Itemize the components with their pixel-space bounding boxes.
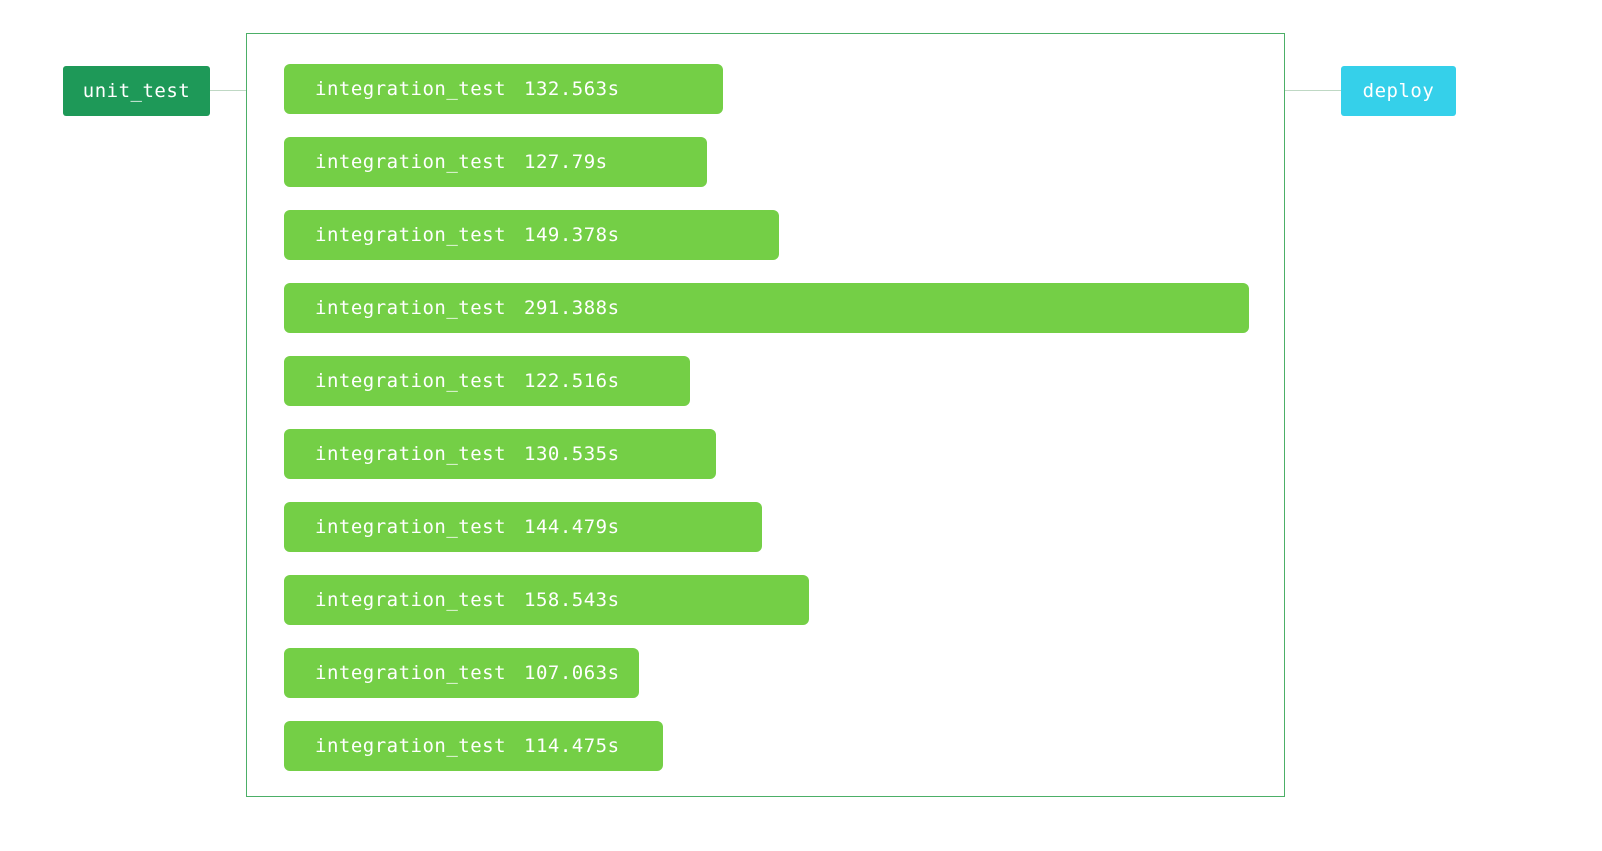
job-bar[interactable]: integration_test 127.79s <box>284 137 707 187</box>
connector-unit-to-group <box>210 90 246 91</box>
job-bar[interactable]: integration_test 158.543s <box>284 575 809 625</box>
job-bar[interactable]: integration_test 132.563s <box>284 64 723 114</box>
unit-test-node[interactable]: unit_test <box>63 66 210 116</box>
job-duration: 127.79s <box>524 151 608 173</box>
job-duration: 132.563s <box>524 78 620 100</box>
connector-group-to-deploy <box>1285 90 1341 91</box>
deploy-node[interactable]: deploy <box>1341 66 1456 116</box>
job-name: integration_test <box>315 735 507 757</box>
job-bar[interactable]: integration_test 122.516s <box>284 356 690 406</box>
job-name: integration_test <box>315 151 507 173</box>
job-duration: 291.388s <box>524 297 620 319</box>
job-name: integration_test <box>315 78 507 100</box>
job-name: integration_test <box>315 662 507 684</box>
job-name: integration_test <box>315 224 507 246</box>
job-duration: 107.063s <box>524 662 620 684</box>
job-duration: 144.479s <box>524 516 620 538</box>
job-name: integration_test <box>315 297 507 319</box>
job-bar[interactable]: integration_test 291.388s <box>284 283 1249 333</box>
job-name: integration_test <box>315 516 507 538</box>
job-name: integration_test <box>315 370 507 392</box>
job-duration: 122.516s <box>524 370 620 392</box>
job-duration: 130.535s <box>524 443 620 465</box>
job-duration: 114.475s <box>524 735 620 757</box>
job-bar[interactable]: integration_test 149.378s <box>284 210 779 260</box>
job-name: integration_test <box>315 589 507 611</box>
job-bar[interactable]: integration_test 114.475s <box>284 721 663 771</box>
job-duration: 158.543s <box>524 589 620 611</box>
job-bar[interactable]: integration_test 107.063s <box>284 648 639 698</box>
job-name: integration_test <box>315 443 507 465</box>
job-bar[interactable]: integration_test 130.535s <box>284 429 716 479</box>
job-bar[interactable]: integration_test 144.479s <box>284 502 762 552</box>
job-duration: 149.378s <box>524 224 620 246</box>
